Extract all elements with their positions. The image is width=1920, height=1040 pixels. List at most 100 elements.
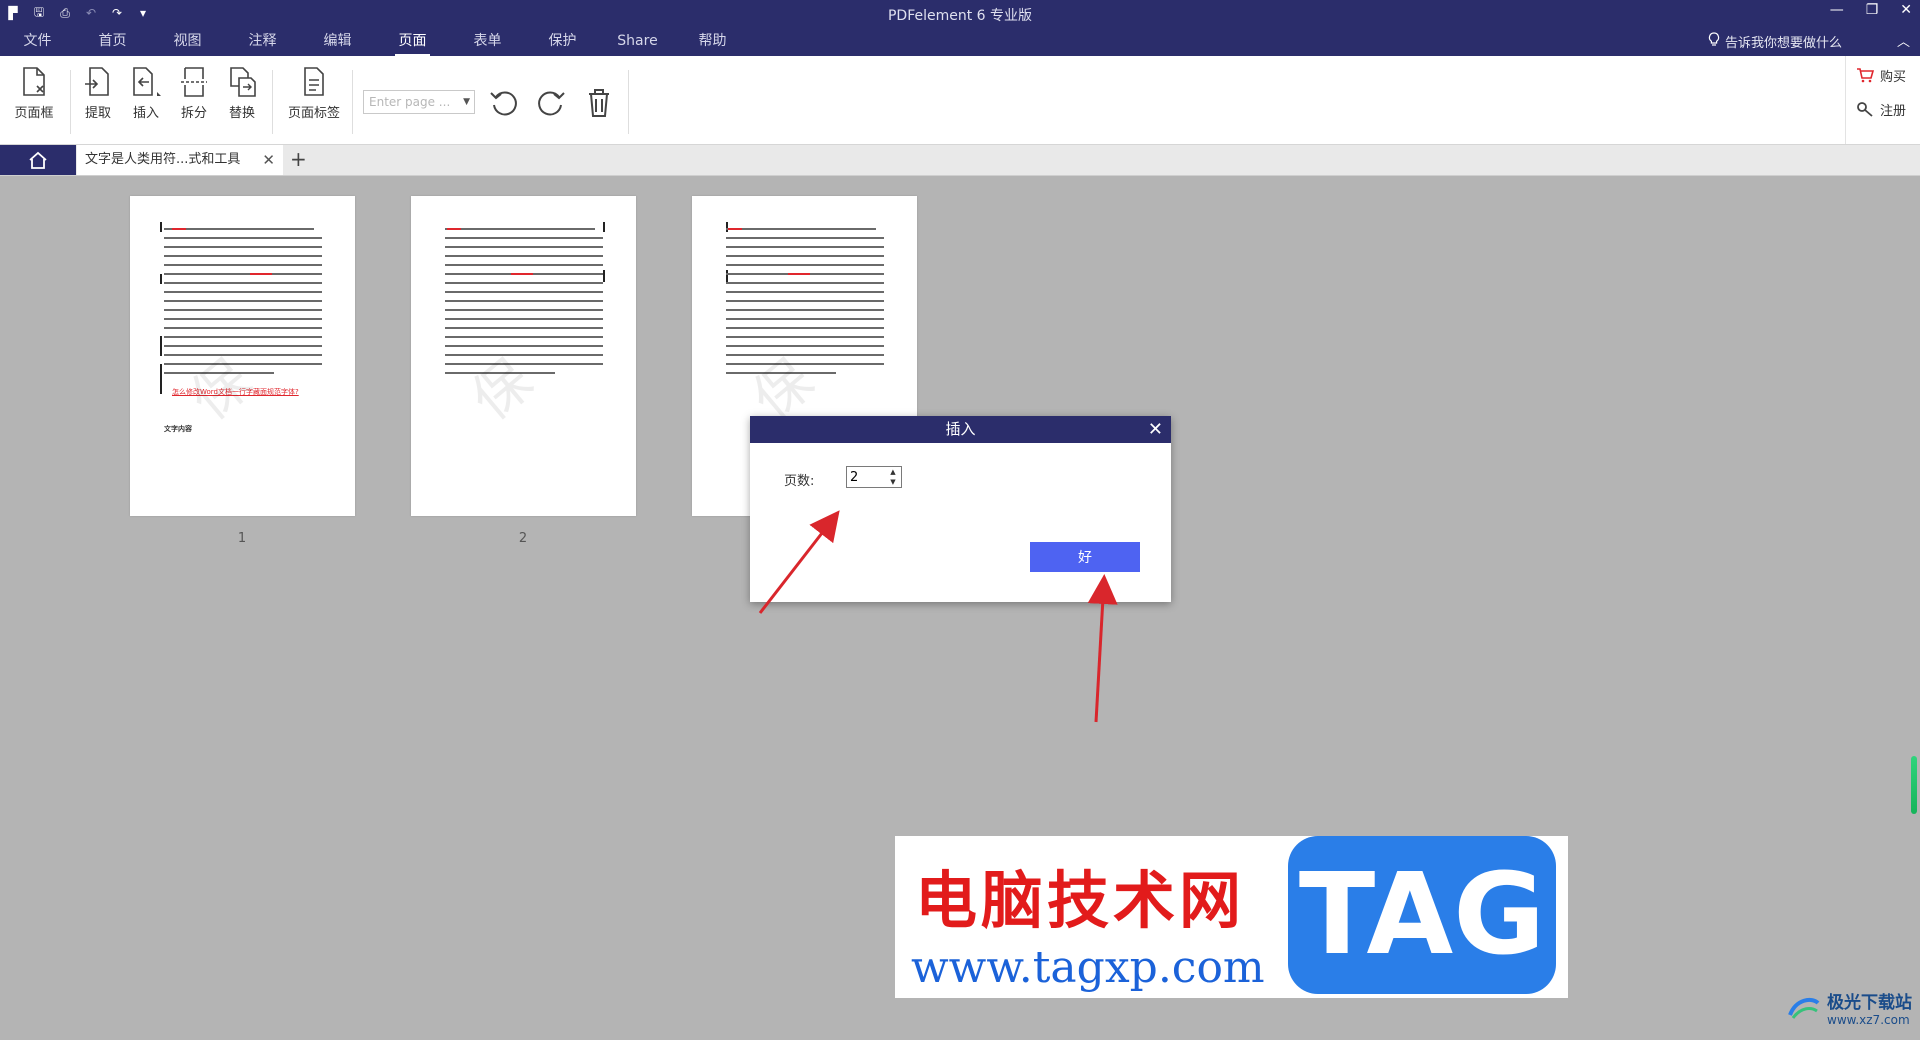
- delete-page-button[interactable]: [584, 87, 614, 123]
- page-number-2: 2: [518, 531, 528, 546]
- text-line: [164, 291, 322, 293]
- text-line: [164, 237, 322, 239]
- customize-toolbar-icon[interactable]: ▾: [136, 6, 150, 20]
- corner-brand-text: 极光下载站: [1827, 993, 1912, 1013]
- text-line: [726, 237, 884, 239]
- page-thumbnail-2[interactable]: 保: [411, 196, 636, 516]
- change-bar: [603, 222, 605, 232]
- text-line: [445, 246, 603, 248]
- collapse-ribbon-icon[interactable]: ︿: [1897, 31, 1910, 50]
- trash-icon: [589, 89, 609, 117]
- ok-button[interactable]: 好: [1030, 542, 1140, 572]
- cart-icon: [1857, 68, 1874, 83]
- document-tab[interactable]: 文字是人类用符...式和工具 ✕: [77, 145, 283, 175]
- highlighted-text: [511, 273, 533, 275]
- undo-icon[interactable]: ↶: [84, 6, 98, 20]
- scroll-indicator[interactable]: [1911, 756, 1917, 814]
- menu-edit[interactable]: 编辑: [300, 28, 375, 56]
- page-count-input[interactable]: [848, 468, 886, 486]
- lightbulb-icon: [1708, 32, 1720, 51]
- text-line: [726, 282, 884, 284]
- thumbnail-subheading: 文字内容: [164, 425, 192, 433]
- menu-comment[interactable]: 注释: [225, 28, 300, 56]
- menu-share[interactable]: Share: [600, 28, 675, 56]
- menu-file[interactable]: 文件: [0, 28, 75, 56]
- stepper-down-icon[interactable]: ▼: [887, 477, 899, 487]
- menu-home[interactable]: 首页: [75, 28, 150, 56]
- rotate-right-button[interactable]: [535, 87, 567, 123]
- document-tab-strip: 文字是人类用符...式和工具 ✕ +: [0, 145, 1920, 176]
- aurora-logo-icon: [1788, 997, 1820, 1019]
- page-box-button[interactable]: 页面框: [10, 66, 58, 121]
- insert-dialog: 插入 ✕ 页数: ▲ ▼ 好: [750, 416, 1171, 602]
- text-line: [445, 291, 603, 293]
- save-icon[interactable]: 🖫: [32, 5, 46, 20]
- rotate-left-icon: [490, 91, 517, 116]
- close-dialog-icon[interactable]: ✕: [1148, 416, 1163, 443]
- buy-label: 购买: [1880, 69, 1907, 85]
- text-line: [445, 228, 595, 230]
- ribbon-divider: [352, 70, 353, 134]
- page-count-stepper[interactable]: ▲ ▼: [846, 466, 902, 488]
- insert-button[interactable]: 插入: [122, 66, 170, 121]
- corner-watermark: 极光下载站 www.xz7.com: [1787, 988, 1912, 1027]
- close-tab-icon[interactable]: ✕: [262, 145, 275, 175]
- register-button[interactable]: 注册: [1846, 94, 1920, 124]
- text-line: [726, 354, 884, 356]
- corner-url-text: www.xz7.com: [1827, 1013, 1910, 1027]
- split-label: 拆分: [180, 106, 207, 121]
- print-icon[interactable]: ⎙: [58, 6, 72, 20]
- page-label-icon: [304, 67, 324, 96]
- split-button[interactable]: 拆分: [170, 66, 218, 121]
- highlighted-text: [250, 273, 272, 275]
- dropdown-arrow-icon: ▼: [463, 97, 470, 107]
- page-range-select[interactable]: Enter page ... ▼: [363, 90, 475, 114]
- menu-help[interactable]: 帮助: [675, 28, 750, 56]
- menu-page[interactable]: 页面: [375, 28, 450, 56]
- register-label: 注册: [1880, 103, 1907, 119]
- tell-me-search[interactable]: 告诉我你想要做什么: [1708, 32, 1842, 51]
- ribbon-divider: [628, 70, 629, 134]
- change-bar: [160, 336, 162, 356]
- rotate-left-button[interactable]: [488, 87, 520, 123]
- redo-icon[interactable]: ↷: [110, 6, 124, 20]
- extract-button[interactable]: 提取: [74, 66, 122, 121]
- text-line: [726, 264, 884, 266]
- stepper-arrows[interactable]: ▲ ▼: [887, 467, 899, 487]
- menu-form[interactable]: 表单: [450, 28, 525, 56]
- restore-icon[interactable]: ❐: [1866, 2, 1879, 18]
- thumbnail-watermark: 保: [178, 347, 264, 434]
- page-thumbnail-1[interactable]: 怎么修改Word文档一行字藏面规范字体? 文字内容 保: [130, 196, 355, 516]
- app-logo-icon: ▛: [8, 6, 18, 20]
- change-bar: [160, 274, 162, 284]
- page-box-icon: [23, 67, 45, 96]
- extract-icon: [85, 67, 109, 96]
- replace-button[interactable]: 替换: [218, 66, 266, 121]
- text-line: [445, 309, 603, 311]
- page-label-button[interactable]: 页面标签: [286, 66, 342, 121]
- ribbon-toolbar: 页面框 提取 插入 拆分 替换 页面标签 Enter page ... ▼: [0, 56, 1920, 145]
- stepper-up-icon[interactable]: ▲: [887, 467, 899, 477]
- highlighted-text: [172, 228, 186, 230]
- text-line: [726, 336, 884, 338]
- menu-view[interactable]: 视图: [150, 28, 225, 56]
- page-count-label: 页数:: [784, 474, 815, 489]
- text-line: [726, 255, 884, 257]
- quick-access-toolbar: ▛ 🖫 ⎙ ↶ ↷ ▾: [6, 4, 150, 22]
- page-label-label: 页面标签: [287, 106, 340, 121]
- close-window-icon[interactable]: ✕: [1900, 2, 1912, 18]
- buy-button[interactable]: 购买: [1846, 60, 1920, 90]
- window-controls: — ❐ ✕: [1830, 2, 1912, 18]
- insert-icon: [133, 67, 161, 96]
- page-number-1: 1: [237, 531, 247, 546]
- tag-logo: TAG: [1288, 836, 1556, 994]
- page-box-label: 页面框: [14, 106, 54, 121]
- window-title: PDFelement 6 专业版: [887, 8, 1033, 24]
- title-bar: ▛ 🖫 ⎙ ↶ ↷ ▾ PDFelement 6 专业版 — ❐ ✕ 文件 首页…: [0, 0, 1920, 56]
- change-bar: [160, 222, 162, 232]
- minimize-icon[interactable]: —: [1830, 2, 1844, 18]
- new-tab-icon[interactable]: +: [290, 145, 307, 173]
- text-line: [164, 300, 322, 302]
- menu-protect[interactable]: 保护: [525, 28, 600, 56]
- home-tab[interactable]: [0, 145, 76, 175]
